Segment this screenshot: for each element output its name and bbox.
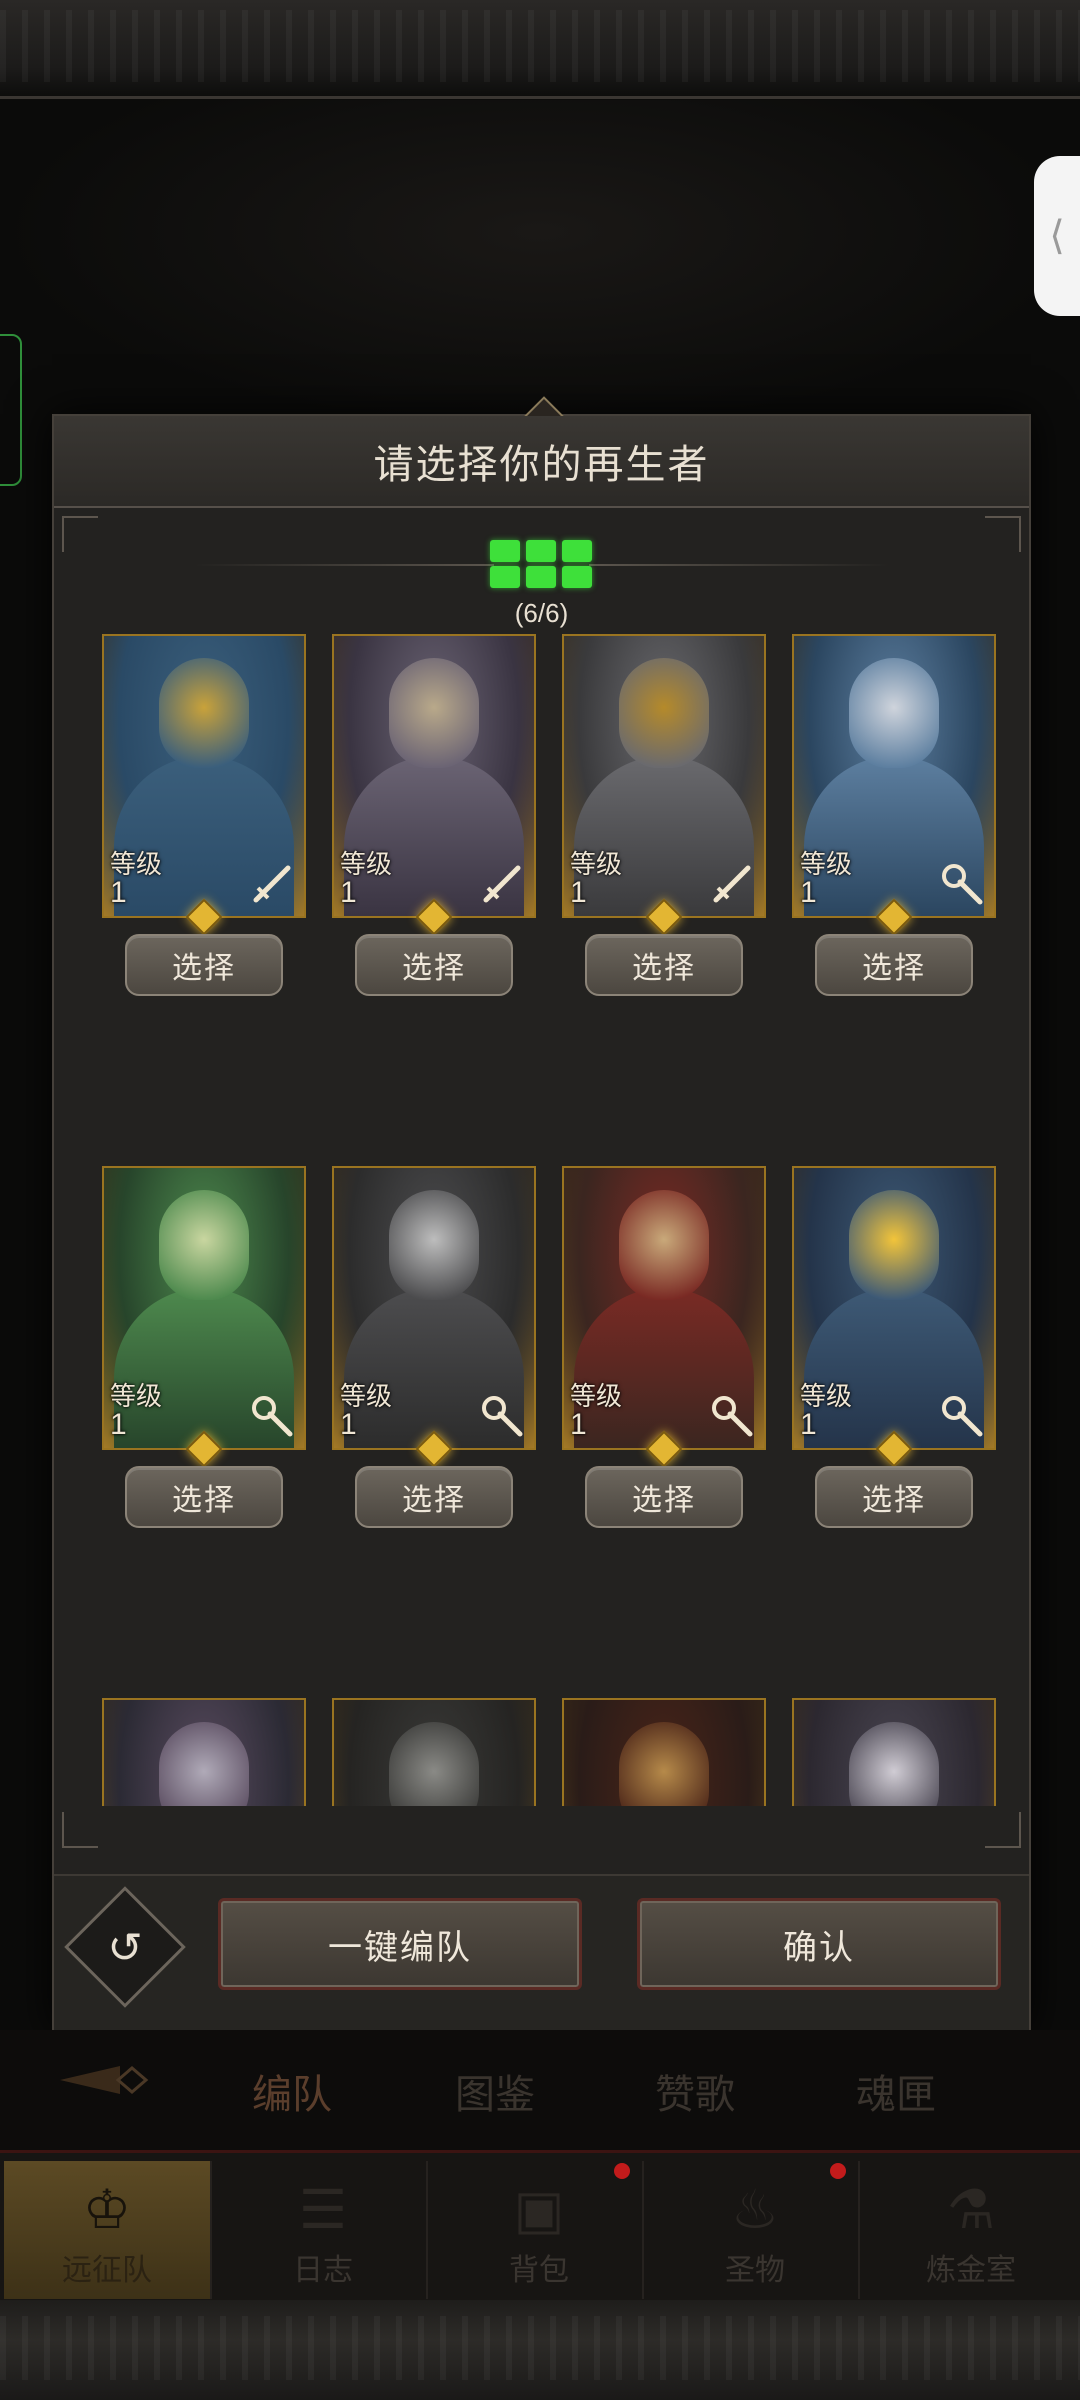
sword-icon bbox=[483, 865, 521, 903]
hero-card[interactable]: 等级 1 bbox=[792, 1166, 996, 1450]
staff-icon bbox=[482, 1396, 523, 1437]
frame-corner bbox=[62, 1812, 98, 1848]
hero-face bbox=[619, 658, 709, 768]
staff-icon bbox=[942, 864, 983, 905]
side-drawer-tab[interactable]: ⟨ bbox=[1034, 156, 1080, 316]
background-scene bbox=[0, 100, 1080, 430]
tab-anthem[interactable]: 赞歌 bbox=[655, 2062, 735, 2120]
nav-relic[interactable]: ♨ 圣物 bbox=[652, 2161, 860, 2299]
hero-card[interactable]: 等级 1 bbox=[562, 1166, 766, 1450]
level-value: 1 bbox=[110, 1408, 127, 1441]
hero-portrait bbox=[334, 1700, 534, 1806]
nav-expedition[interactable]: ♔ 远征队 bbox=[4, 2161, 212, 2299]
nav-label: 远征队 bbox=[62, 2254, 152, 2287]
scroll-icon: ☰ bbox=[298, 2180, 348, 2240]
level-value: 1 bbox=[340, 876, 357, 909]
tab-team[interactable]: 编队 bbox=[252, 2062, 332, 2120]
level-value: 1 bbox=[800, 876, 817, 909]
nav-alchemy[interactable]: ⚗ 炼金室 bbox=[868, 2161, 1074, 2299]
sub-tab-bar: 编队 图鉴 赞歌 魂匣 bbox=[0, 2030, 1080, 2150]
helmet-icon: ♔ bbox=[82, 2180, 132, 2240]
select-hero-button[interactable]: 选择 bbox=[355, 1466, 513, 1528]
hero-face bbox=[849, 1722, 939, 1806]
back-arrow-icon[interactable] bbox=[60, 2060, 156, 2100]
auto-team-button[interactable]: 一键编队 bbox=[218, 1898, 582, 1990]
hero-face bbox=[159, 658, 249, 768]
hero-card[interactable]: 等级 1 bbox=[792, 634, 996, 918]
select-hero-button[interactable]: 选择 bbox=[125, 934, 283, 996]
hero-card[interactable]: 等级 1 bbox=[102, 634, 306, 918]
dialog-header: 请选择你的再生者 bbox=[54, 416, 1029, 508]
frame-corner bbox=[62, 516, 98, 552]
confirm-button[interactable]: 确认 bbox=[637, 1898, 1001, 1990]
dialog-title: 请选择你的再生者 bbox=[373, 443, 710, 487]
sword-icon bbox=[253, 865, 291, 903]
hero-portrait bbox=[104, 1700, 304, 1806]
staff-icon bbox=[942, 1396, 983, 1437]
hero-face bbox=[389, 1190, 479, 1300]
hero-portrait bbox=[564, 1700, 764, 1806]
tab-soul-box[interactable]: 魂匣 bbox=[856, 2062, 936, 2120]
hero-portrait bbox=[794, 1700, 994, 1806]
bottom-ornament-bar bbox=[0, 2300, 1080, 2400]
left-edge-indicator bbox=[0, 334, 22, 486]
select-hero-button[interactable]: 选择 bbox=[355, 934, 513, 996]
top-ornament-bar bbox=[0, 0, 1080, 99]
hero-face bbox=[159, 1190, 249, 1300]
sword-icon bbox=[713, 865, 751, 903]
bottom-navigation: ♔ 远征队 ☰ 日志 ▣ 背包 ♨ 圣物 ⚗ 炼金室 bbox=[0, 2150, 1080, 2303]
hero-card[interactable]: 等级 1 bbox=[332, 1166, 536, 1450]
level-value: 1 bbox=[110, 876, 127, 909]
frame-corner bbox=[985, 516, 1021, 552]
select-hero-button[interactable]: 选择 bbox=[585, 934, 743, 996]
nav-label: 日志 bbox=[293, 2254, 353, 2287]
hero-face bbox=[389, 658, 479, 768]
nav-bag[interactable]: ▣ 背包 bbox=[436, 2161, 644, 2299]
tab-codex[interactable]: 图鉴 bbox=[455, 2062, 535, 2120]
hero-card[interactable] bbox=[562, 1698, 766, 1806]
hero-card[interactable] bbox=[332, 1698, 536, 1806]
staff-icon bbox=[252, 1396, 293, 1437]
nav-label: 背包 bbox=[509, 2254, 569, 2287]
bag-icon: ▣ bbox=[513, 2180, 565, 2240]
team-count: (6/6) bbox=[514, 598, 569, 628]
hero-face bbox=[159, 1722, 249, 1806]
relic-icon: ♨ bbox=[730, 2180, 780, 2240]
nav-label: 圣物 bbox=[725, 2254, 785, 2287]
select-hero-button[interactable]: 选择 bbox=[125, 1466, 283, 1528]
hero-face bbox=[389, 1722, 479, 1806]
divider-line bbox=[589, 564, 889, 566]
hero-face bbox=[849, 658, 939, 768]
select-hero-button[interactable]: 选择 bbox=[815, 934, 973, 996]
hero-grid[interactable]: 等级 1 选择 等级 1 选择 等级 1 选择 等级 1 选择 等级 1 选择 等级 1 选择 等级 1 选择 等级 1 选择 bbox=[54, 634, 1029, 1806]
divider-line bbox=[194, 564, 494, 566]
staff-icon bbox=[712, 1396, 753, 1437]
hero-face bbox=[619, 1190, 709, 1300]
chevron-left-icon: ⟨ bbox=[1049, 214, 1065, 258]
select-hero-button[interactable]: 选择 bbox=[815, 1466, 973, 1528]
select-hero-button[interactable]: 选择 bbox=[585, 1466, 743, 1528]
dialog-footer: ↺ 一键编队 确认 bbox=[54, 1874, 1029, 2033]
notification-dot bbox=[614, 2163, 630, 2179]
notification-dot bbox=[830, 2163, 846, 2179]
level-value: 1 bbox=[570, 876, 587, 909]
level-value: 1 bbox=[340, 1408, 357, 1441]
frame-corner bbox=[985, 1812, 1021, 1848]
hero-card[interactable] bbox=[792, 1698, 996, 1806]
hero-card[interactable] bbox=[102, 1698, 306, 1806]
hero-card[interactable]: 等级 1 bbox=[332, 634, 536, 918]
hero-face bbox=[619, 1722, 709, 1806]
undo-icon: ↺ bbox=[107, 1923, 143, 1971]
team-slots-icon bbox=[488, 540, 594, 592]
level-value: 1 bbox=[570, 1408, 587, 1441]
hero-card[interactable]: 等级 1 bbox=[102, 1166, 306, 1450]
nav-journal[interactable]: ☰ 日志 bbox=[220, 2161, 428, 2299]
hero-select-dialog: 请选择你的再生者 (6/6) 等级 1 选择 等级 1 选择 等级 1 选择 等级 1 选择 等级 1 选择… bbox=[52, 396, 1031, 2033]
nav-label: 炼金室 bbox=[926, 2254, 1016, 2287]
hero-card[interactable]: 等级 1 bbox=[562, 634, 766, 918]
alchemy-icon: ⚗ bbox=[946, 2180, 996, 2240]
level-value: 1 bbox=[800, 1408, 817, 1441]
hero-face bbox=[849, 1190, 939, 1300]
